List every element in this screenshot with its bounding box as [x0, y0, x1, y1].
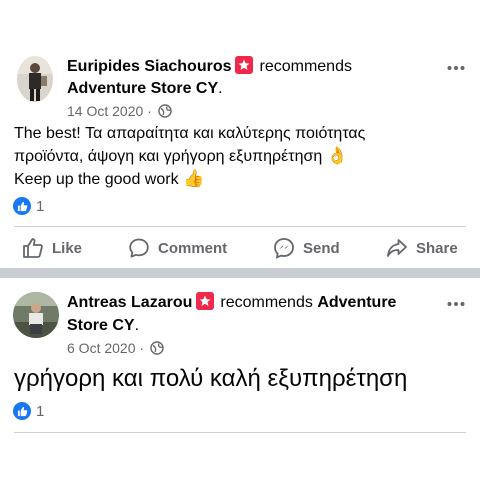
thumbs-up-emoji: 👍 — [183, 169, 205, 188]
more-options-icon[interactable] — [446, 294, 466, 314]
recommends-verb: recommends — [259, 58, 352, 75]
share-button[interactable]: Share — [386, 228, 458, 268]
like-button[interactable]: Like — [22, 228, 82, 268]
send-button[interactable]: Send — [273, 228, 340, 268]
post-body: γρήγορη και πολύ καλή εξυπηρέτηση — [14, 365, 408, 392]
post-header: Antreas Lazarou recommends Adventure — [67, 292, 396, 314]
recommendation-badge-icon — [235, 56, 254, 74]
post-text-line: Keep up the good work — [14, 171, 179, 188]
globe-icon[interactable] — [150, 341, 164, 358]
recommends-verb: recommends — [220, 294, 313, 311]
author-name[interactable]: Euripides Siachouros — [67, 58, 231, 75]
like-reaction-icon — [13, 197, 31, 215]
globe-icon[interactable] — [158, 104, 172, 121]
comment-icon — [129, 238, 149, 258]
post-body: The best! Τα απαραίτητα και καλύτερης πο… — [14, 123, 365, 191]
post-text-line: The best! Τα απαραίτητα και καλύτερης πο… — [14, 125, 366, 142]
post-meta: 14 Oct 2020 · — [67, 103, 172, 121]
post-date[interactable]: 6 Oct 2020 — [67, 340, 136, 356]
post-header-line2: Adventure Store CY. — [67, 80, 223, 97]
more-options-icon[interactable] — [446, 58, 466, 78]
like-reaction-icon — [13, 402, 31, 420]
send-icon — [274, 238, 294, 259]
reaction-summary[interactable]: 1 — [13, 402, 44, 420]
post-header: Euripides Siachouros recommends — [67, 56, 352, 78]
reaction-summary[interactable]: 1 — [13, 197, 44, 215]
post-separator — [0, 268, 480, 278]
post-card: Euripides Siachouros recommends Adventure… — [0, 0, 480, 268]
post-meta: 6 Oct 2020 · — [67, 340, 164, 358]
post-text-line: προϊόντα, άψογη και γρήγορη εξυπηρέτηση — [14, 148, 323, 165]
page-link[interactable]: Adventure Store CY — [67, 80, 218, 97]
share-icon — [387, 239, 407, 257]
ok-hand-emoji: 👌 — [326, 146, 348, 165]
like-icon — [23, 238, 43, 258]
page-link[interactable]: Adventure — [317, 294, 396, 311]
meta-separator: · — [139, 340, 145, 356]
divider — [14, 226, 466, 227]
post-header-line2: Store CY. — [67, 317, 140, 334]
page-link[interactable]: Store CY — [67, 317, 135, 334]
avatar[interactable] — [17, 56, 53, 102]
author-name[interactable]: Antreas Lazarou — [67, 294, 192, 311]
avatar[interactable] — [13, 292, 59, 338]
post-date[interactable]: 14 Oct 2020 — [67, 103, 143, 119]
recommendation-badge-icon — [196, 292, 215, 310]
divider — [14, 432, 466, 433]
like-count: 1 — [36, 402, 45, 420]
comment-button[interactable]: Comment — [128, 228, 227, 268]
post-card: Antreas Lazarou recommends Adventure Stor… — [0, 278, 480, 480]
meta-separator: · — [147, 103, 152, 119]
like-count: 1 — [36, 197, 45, 215]
